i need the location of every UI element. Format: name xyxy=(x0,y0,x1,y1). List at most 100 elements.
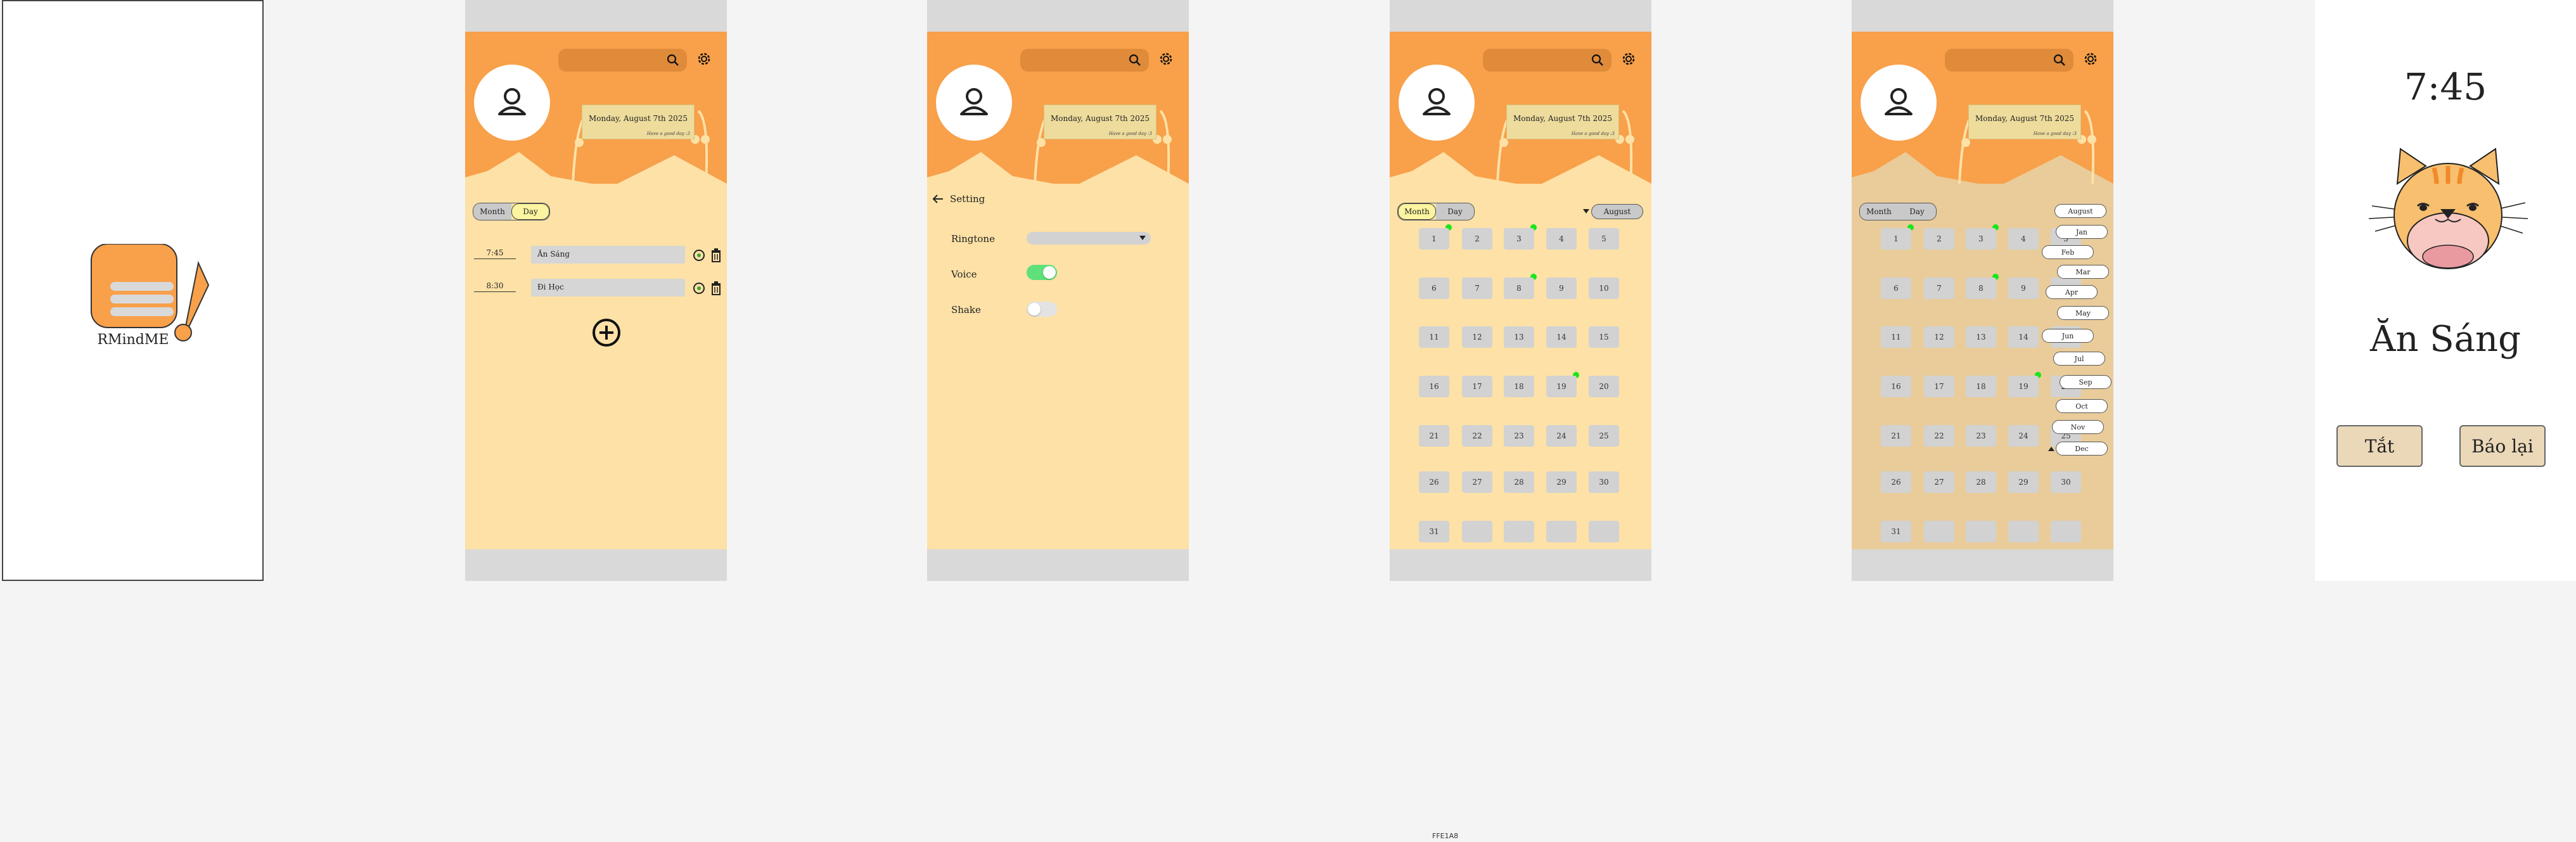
month-option[interactable]: Oct xyxy=(2056,399,2108,413)
month-option[interactable]: Feb xyxy=(2042,245,2094,259)
calendar-day[interactable]: 11 xyxy=(1419,326,1449,348)
tab-month[interactable]: Month xyxy=(473,203,511,220)
cat-mascot xyxy=(2359,139,2537,288)
header: Monday, August 7th 2025 Have a good day … xyxy=(927,32,1189,184)
month-option[interactable]: Apr xyxy=(2046,285,2098,299)
calendar-day[interactable]: 8 xyxy=(1504,277,1534,299)
month-select[interactable]: August xyxy=(1591,204,1643,219)
date-card: Monday, August 7th 2025 Have a good day … xyxy=(582,105,695,139)
calendar-day[interactable]: 6 xyxy=(1419,277,1449,299)
calendar-day[interactable]: 19 xyxy=(1546,376,1577,397)
month-option[interactable]: Mar xyxy=(2057,265,2109,279)
month-option[interactable]: Jun xyxy=(2042,329,2094,343)
voice-toggle[interactable] xyxy=(1027,265,1057,280)
calendar-day[interactable]: 18 xyxy=(1504,376,1534,397)
calendar-day[interactable]: 29 xyxy=(1546,471,1577,493)
calendar-day[interactable]: 25 xyxy=(1589,425,1619,447)
reminder-time[interactable]: 7:45 xyxy=(474,248,516,259)
calendar-day[interactable]: 20 xyxy=(1589,376,1619,397)
shake-toggle[interactable] xyxy=(1027,302,1057,317)
calendar-grid: 1234567891011121314151617181920212223242… xyxy=(1390,224,1651,551)
month-picker-screen: Monday, August 7th 2025 Have a good day … xyxy=(1852,0,2113,581)
alarm-screen: 7:45 Ăn Sáng Tắt Báo lại xyxy=(2315,0,2576,581)
chevron-down-icon[interactable] xyxy=(1583,209,1589,214)
calendar-day[interactable]: 22 xyxy=(1462,425,1492,447)
status-bar xyxy=(1390,0,1651,32)
month-option[interactable]: Sep xyxy=(2060,375,2111,389)
month-dropdown: August Jan Feb Mar Apr May Jun Jul Sep O… xyxy=(1852,0,2113,581)
calendar-day[interactable]: 4 xyxy=(1546,228,1577,250)
month-option[interactable]: May xyxy=(2057,306,2109,320)
calendar-day[interactable]: 12 xyxy=(1462,326,1492,348)
arrow-left-icon xyxy=(932,195,943,203)
nav-bar xyxy=(927,549,1189,581)
canvas-caption: FFE1A8 xyxy=(1432,832,1459,840)
view-toggle: Month Day xyxy=(473,203,550,220)
calendar-day[interactable]: 2 xyxy=(1462,228,1492,250)
ringtone-label: Ringtone xyxy=(951,233,995,245)
calendar-day[interactable]: 31 xyxy=(1419,521,1449,542)
calendar-day[interactable]: 24 xyxy=(1546,425,1577,447)
month-option[interactable]: Jul xyxy=(2053,352,2105,366)
edit-icon[interactable] xyxy=(693,249,705,262)
status-bar xyxy=(927,0,1189,32)
month-option[interactable]: Dec xyxy=(2056,442,2108,456)
calendar-day[interactable]: 17 xyxy=(1462,376,1492,397)
calendar-day[interactable]: 23 xyxy=(1504,425,1534,447)
calendar-empty-cell xyxy=(1589,521,1619,542)
calendar-day[interactable]: 7 xyxy=(1462,277,1492,299)
snooze-button[interactable]: Báo lại xyxy=(2459,425,2546,467)
calendar-day[interactable]: 16 xyxy=(1419,376,1449,397)
calendar-day[interactable]: 1 xyxy=(1419,228,1449,250)
reminder-title-field[interactable]: Đi Học xyxy=(531,279,685,297)
current-date: Monday, August 7th 2025 xyxy=(588,114,688,123)
calendar-day[interactable]: 10 xyxy=(1589,277,1619,299)
chevron-up-icon[interactable] xyxy=(2048,446,2054,451)
calendar-day[interactable]: 9 xyxy=(1546,277,1577,299)
greeting: Have a good day :3 xyxy=(1108,131,1152,136)
reminder-time[interactable]: 8:30 xyxy=(474,281,516,292)
month-option-selected[interactable]: August xyxy=(2054,204,2106,218)
calendar-day[interactable]: 15 xyxy=(1589,326,1619,348)
nav-bar xyxy=(1852,549,2113,581)
app-name: RMindME xyxy=(97,332,169,348)
calendar-day[interactable]: 30 xyxy=(1589,471,1619,493)
back-button[interactable]: Setting xyxy=(932,191,985,207)
calendar-day[interactable]: 5 xyxy=(1589,228,1619,250)
settings-title: Setting xyxy=(950,193,985,205)
reminder-row: 7:45 Ăn Sáng xyxy=(474,246,721,265)
calendar-empty-cell xyxy=(1504,521,1534,542)
edit-icon[interactable] xyxy=(693,282,705,295)
calendar-day[interactable]: 28 xyxy=(1504,471,1534,493)
toggle-knob xyxy=(1043,266,1056,279)
calendar-day[interactable]: 13 xyxy=(1504,326,1534,348)
off-button[interactable]: Tắt xyxy=(2336,425,2423,467)
calendar-day[interactable]: 21 xyxy=(1419,425,1449,447)
calendar-day[interactable]: 27 xyxy=(1462,471,1492,493)
month-option[interactable]: Jan xyxy=(2056,225,2108,239)
shake-label: Shake xyxy=(951,304,981,316)
ringtone-select[interactable] xyxy=(1027,232,1151,245)
chevron-down-icon xyxy=(1139,236,1146,240)
month-view-screen: Monday, August 7th 2025 Have a good day … xyxy=(1390,0,1651,581)
calendar-day[interactable]: 3 xyxy=(1504,228,1534,250)
tab-month[interactable]: Month xyxy=(1398,203,1436,220)
calendar-day[interactable]: 26 xyxy=(1419,471,1449,493)
splash-screen: RMindME xyxy=(2,0,264,581)
reminder-title-field[interactable]: Ăn Sáng xyxy=(531,246,685,264)
tab-day[interactable]: Day xyxy=(1436,203,1474,220)
alarm-title: Ăn Sáng xyxy=(2370,319,2521,360)
alarm-time: 7:45 xyxy=(2404,65,2487,108)
add-reminder-button[interactable] xyxy=(592,318,621,347)
voice-label: Voice xyxy=(951,269,977,280)
trash-icon[interactable] xyxy=(710,281,722,295)
day-view-screen: Monday, August 7th 2025 Have a good day … xyxy=(465,0,727,581)
date-card: Monday, August 7th 2025 Have a good day … xyxy=(1506,105,1619,139)
calendar-day[interactable]: 14 xyxy=(1546,326,1577,348)
current-date: Monday, August 7th 2025 xyxy=(1513,114,1613,123)
trash-icon[interactable] xyxy=(710,248,722,262)
tab-day[interactable]: Day xyxy=(511,203,549,220)
reminder-row: 8:30 Đi Học xyxy=(474,279,721,298)
greeting: Have a good day :3 xyxy=(1571,131,1615,136)
month-option[interactable]: Nov xyxy=(2052,420,2104,434)
